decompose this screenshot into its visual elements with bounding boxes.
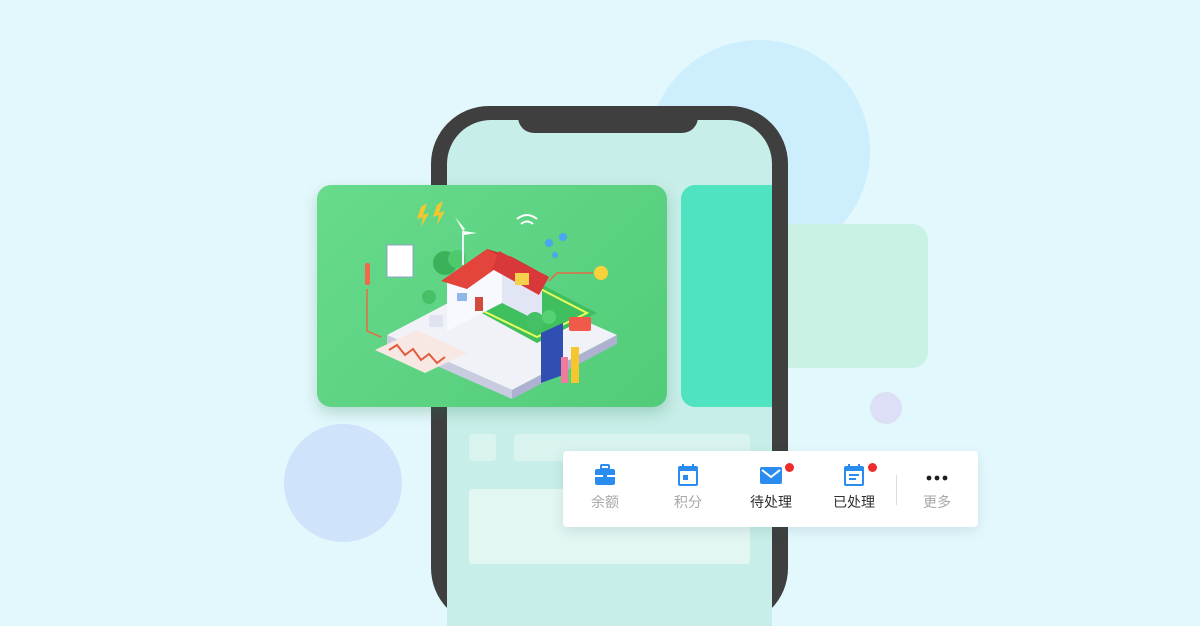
toolbar-label-points: 积分 [674,495,702,511]
decor-circle-small [870,392,902,424]
phone-notch [518,106,698,133]
mail-icon [760,467,782,484]
processed-badge-dot [868,463,877,472]
toolbar-label-pending: 待处理 [750,495,792,511]
smart-home-banner[interactable] [317,185,667,407]
quick-action-bar: 余额 积分 待处理 已处理 更多 [563,451,978,527]
placeholder-avatar [469,434,496,461]
calendar-list-icon [844,464,864,486]
toolbar-label-balance: 余额 [591,495,619,511]
toolbar-label-more: 更多 [923,495,951,511]
toolbar-item-pending[interactable]: 待处理 [731,451,811,527]
toolbar-item-more[interactable]: 更多 [897,451,977,527]
smart-home-illustration [365,201,617,399]
decor-circle-blue [284,424,402,542]
more-icon [926,475,948,481]
next-banner-card[interactable] [681,185,772,407]
toolbar-label-processed: 已处理 [833,495,875,511]
pending-badge-dot [785,463,794,472]
calendar-icon [678,464,698,486]
toolbar-item-points[interactable]: 积分 [648,451,728,527]
wallet-icon [595,464,615,485]
toolbar-item-balance[interactable]: 余额 [565,451,645,527]
toolbar-item-processed[interactable]: 已处理 [814,451,894,527]
decor-card-back [776,224,928,368]
